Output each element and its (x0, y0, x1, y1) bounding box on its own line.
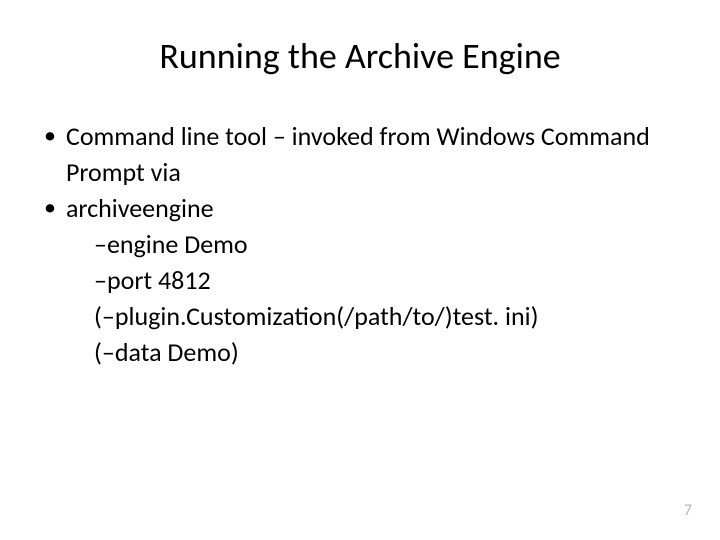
slide-content: • Command line tool – invoked from Windo… (44, 118, 680, 370)
bullet-text: archiveengine (66, 190, 214, 226)
page-number: 7 (684, 501, 692, 520)
bullet-item: • archiveengine (44, 190, 680, 226)
bullet-marker-icon: • (44, 190, 56, 226)
sub-line-text: (–data Demo) (94, 334, 680, 370)
sub-line-text: –engine Demo (94, 226, 680, 262)
bullet-item: • Command line tool – invoked from Windo… (44, 118, 680, 190)
bullet-text: Command line tool – invoked from Windows… (66, 118, 680, 190)
sub-line-text: (–plugin.Customization(/path/to/)test. i… (94, 298, 680, 334)
slide-container: Running the Archive Engine • Command lin… (0, 0, 720, 540)
bullet-marker-icon: • (44, 118, 56, 154)
sub-line-text: –port 4812 (94, 262, 680, 298)
slide-title: Running the Archive Engine (40, 34, 680, 78)
